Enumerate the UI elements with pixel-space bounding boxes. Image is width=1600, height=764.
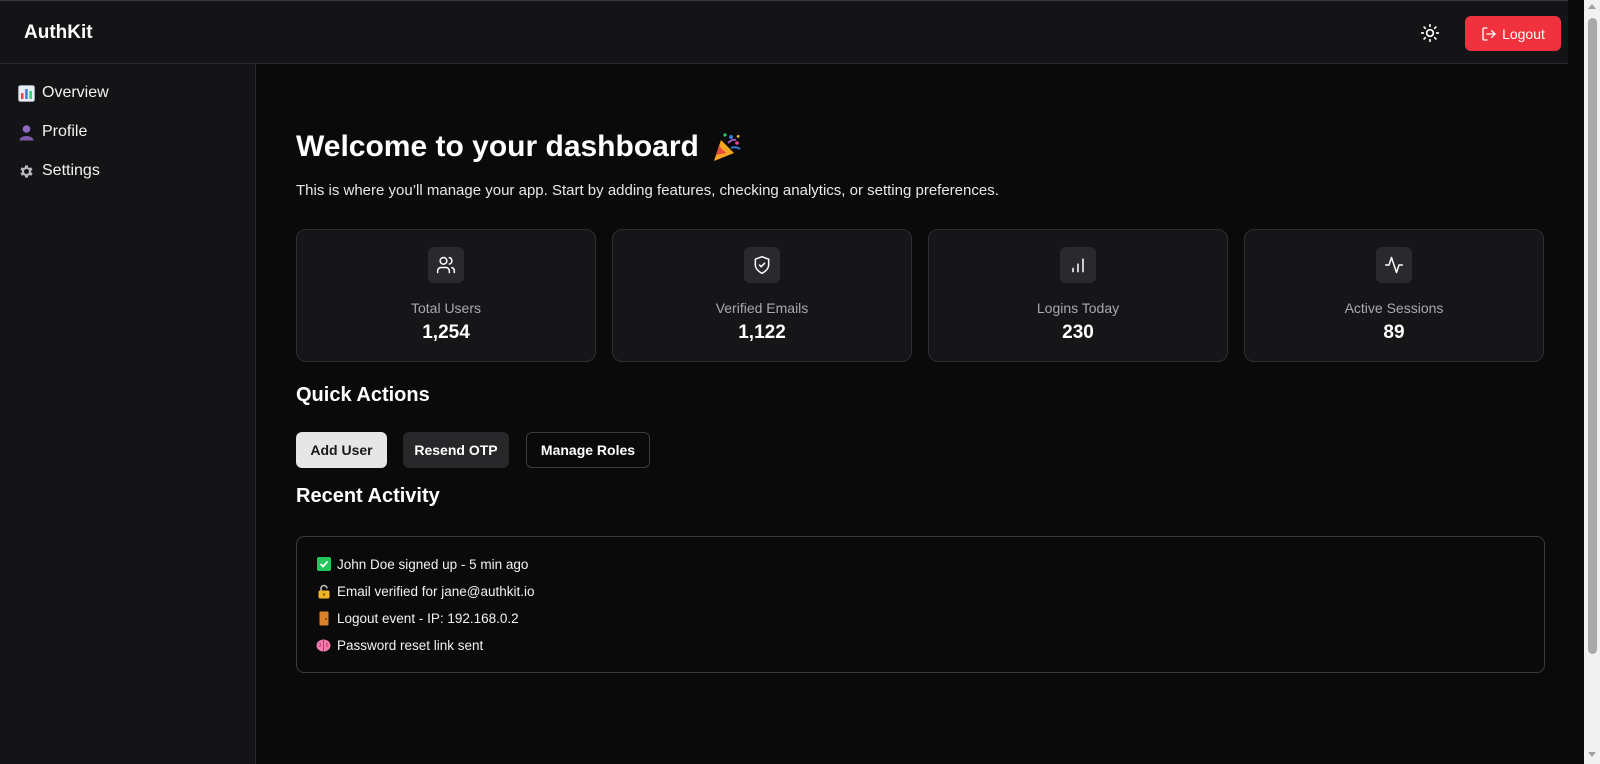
stat-card-active-sessions: Active Sessions 89: [1244, 229, 1544, 362]
brand-logo[interactable]: AuthKit: [24, 22, 93, 44]
list-item: Password reset link sent: [316, 635, 483, 655]
sidebar-item-label: Settings: [42, 162, 100, 179]
stat-card-total-users: Total Users 1,254: [296, 229, 596, 362]
users-icon: [428, 247, 464, 283]
scroll-down-arrow-icon[interactable]: [1588, 752, 1596, 757]
page-subtitle: This is where you’ll manage your app. St…: [296, 182, 999, 199]
scrollbar-thumb[interactable]: [1588, 18, 1597, 654]
list-item: John Doe signed up - 5 min ago: [316, 554, 528, 574]
sidebar-item-profile[interactable]: Profile: [18, 120, 87, 144]
page-title-text: Welcome to your dashboard: [296, 130, 699, 163]
stat-value: 230: [1062, 322, 1094, 343]
activity-text: John Doe signed up - 5 min ago: [337, 556, 529, 572]
activity-icon: [1376, 247, 1412, 283]
sun-icon: [1420, 23, 1440, 43]
stat-card-logins-today: Logins Today 230: [928, 229, 1228, 362]
gear-icon: [18, 163, 35, 180]
logout-label: Logout: [1502, 25, 1545, 42]
bar-chart-icon: [18, 84, 35, 102]
page-gutter: [1568, 0, 1584, 764]
activity-text: Email verified for jane@authkit.io: [337, 583, 535, 599]
door-icon: [316, 611, 331, 626]
stat-value: 89: [1383, 322, 1405, 343]
main-content: Welcome to your dashboard This is where …: [256, 64, 1568, 764]
sidebar: Overview Profile Settings: [0, 64, 256, 764]
stat-label: Verified Emails: [715, 300, 809, 316]
theme-toggle-button[interactable]: [1418, 21, 1442, 45]
person-icon: [18, 124, 35, 141]
top-navbar: AuthKit Logout: [0, 0, 1568, 64]
list-item: Email verified for jane@authkit.io: [316, 581, 535, 601]
add-user-button[interactable]: Add User: [296, 432, 387, 468]
recent-activity-title: Recent Activity: [296, 485, 440, 507]
stat-value: 1,254: [422, 322, 470, 343]
resend-otp-button[interactable]: Resend OTP: [403, 432, 509, 468]
scroll-up-arrow-icon[interactable]: [1588, 4, 1596, 9]
sidebar-item-label: Overview: [42, 84, 109, 101]
check-box-icon: [316, 557, 331, 572]
activity-text: Logout event - IP: 192.168.0.2: [337, 610, 519, 626]
list-item: Logout event - IP: 192.168.0.2: [316, 608, 519, 628]
stat-card-verified-emails: Verified Emails 1,122: [612, 229, 912, 362]
stat-label: Active Sessions: [1344, 300, 1444, 316]
activity-text: Password reset link sent: [337, 637, 484, 653]
shield-check-icon: [744, 247, 780, 283]
logout-icon: [1482, 26, 1496, 41]
stat-label: Total Users: [410, 300, 482, 316]
manage-roles-button[interactable]: Manage Roles: [526, 432, 650, 468]
stat-label: Logins Today: [1036, 300, 1120, 316]
quick-actions-title: Quick Actions: [296, 384, 430, 406]
padlock-icon: [316, 584, 331, 599]
recent-activity-list: John Doe signed up - 5 min ago Email ver…: [296, 536, 1545, 673]
bar-chart-icon: [1060, 247, 1096, 283]
stat-value: 1,122: [738, 322, 786, 343]
sidebar-item-label: Profile: [42, 123, 88, 140]
sidebar-item-settings[interactable]: Settings: [18, 159, 100, 183]
logout-button[interactable]: Logout: [1465, 16, 1561, 51]
brain-icon: [316, 638, 331, 653]
page-title: Welcome to your dashboard: [296, 130, 743, 164]
sidebar-item-overview[interactable]: Overview: [18, 81, 109, 105]
party-popper-icon: [713, 133, 741, 161]
